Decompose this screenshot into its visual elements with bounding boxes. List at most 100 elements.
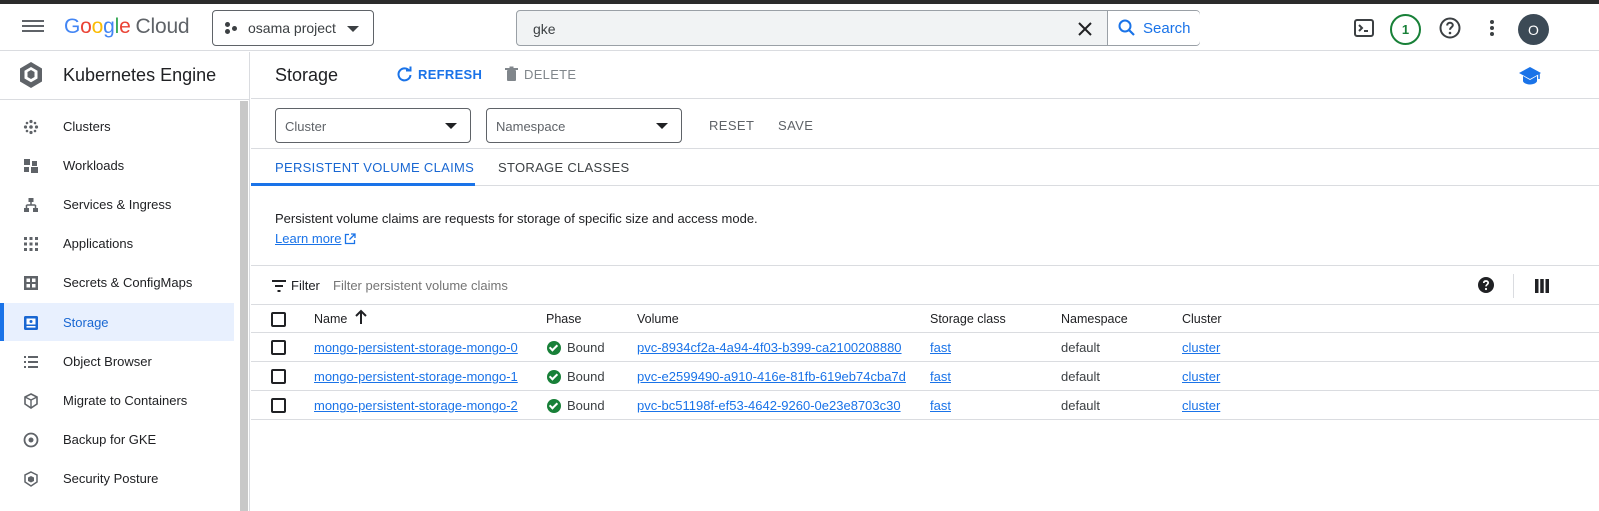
storage-class-link[interactable]: fast xyxy=(930,398,951,413)
namespace-cell: default xyxy=(1061,369,1101,384)
filter-input[interactable] xyxy=(333,278,933,293)
learn-more-link[interactable]: Learn more xyxy=(275,231,357,246)
sidebar-item-label: Clusters xyxy=(63,119,111,134)
clusters-icon xyxy=(23,119,39,135)
cluster-link[interactable]: cluster xyxy=(1182,340,1220,355)
column-header-name[interactable]: Name xyxy=(314,312,347,326)
reset-button[interactable]: RESET xyxy=(709,118,754,133)
applications-icon xyxy=(24,237,38,251)
row-checkbox[interactable] xyxy=(271,398,286,413)
sidebar-item-storage[interactable]: Storage xyxy=(0,303,234,341)
sidebar-item-applications[interactable]: Applications xyxy=(0,224,234,262)
more-vert-icon[interactable] xyxy=(1480,16,1504,40)
search-box[interactable]: gke Search xyxy=(516,10,1200,46)
select-all-checkbox[interactable] xyxy=(271,312,286,327)
delete-label: DELETE xyxy=(524,66,577,82)
volume-link[interactable]: pvc-8934cf2a-4a94-4f03-b399-ca2100208880 xyxy=(637,340,902,355)
column-header-phase[interactable]: Phase xyxy=(546,312,581,326)
sidebar: Kubernetes Engine Clusters Workloads Ser… xyxy=(0,52,250,511)
phase-text: Bound xyxy=(567,340,605,355)
migrate-icon xyxy=(24,393,38,409)
project-name: osama project xyxy=(248,20,336,36)
sidebar-header: Kubernetes Engine xyxy=(0,52,249,100)
storage-class-link[interactable]: fast xyxy=(930,369,951,384)
cluster-dropdown[interactable]: Cluster xyxy=(275,108,471,143)
logo-cloud-text: Cloud xyxy=(135,15,190,38)
sidebar-item-label: Services & Ingress xyxy=(63,197,172,212)
sidebar-item-security-posture[interactable]: Security Posture xyxy=(0,459,234,497)
secrets-icon xyxy=(24,276,38,290)
main-menu-icon[interactable] xyxy=(22,17,44,35)
pvc-name-link[interactable]: mongo-persistent-storage-mongo-2 xyxy=(314,398,518,413)
workloads-icon xyxy=(24,159,38,173)
column-header-volume[interactable]: Volume xyxy=(637,312,679,326)
sidebar-item-backup-for-gke[interactable]: Backup for GKE xyxy=(0,420,234,458)
sidebar-item-label: Secrets & ConfigMaps xyxy=(63,275,193,290)
column-header-namespace[interactable]: Namespace xyxy=(1061,312,1128,326)
sidebar-scrollbar[interactable] xyxy=(240,101,248,511)
row-checkbox[interactable] xyxy=(271,340,286,355)
cloud-shell-icon[interactable] xyxy=(1352,16,1376,40)
phase-cell: Bound xyxy=(547,340,605,355)
row-checkbox[interactable] xyxy=(271,369,286,384)
main-content: Storage REFRESH DELETE Cluster Namespace… xyxy=(251,52,1599,511)
cluster-link[interactable]: cluster xyxy=(1182,369,1220,384)
column-header-storage-class[interactable]: Storage class xyxy=(930,312,1006,326)
refresh-label: REFRESH xyxy=(418,67,483,82)
filter-label: Filter xyxy=(291,278,320,293)
sidebar-item-label: Backup for GKE xyxy=(63,432,157,447)
check-circle-icon xyxy=(547,340,561,355)
sort-ascending-icon[interactable] xyxy=(354,309,368,325)
delete-button[interactable]: DELETE xyxy=(504,66,576,82)
save-button[interactable]: SAVE xyxy=(778,118,813,133)
help-icon[interactable] xyxy=(1477,276,1495,294)
google-cloud-logo[interactable]: Google Cloud xyxy=(64,15,190,39)
table-filter-bar: Filter xyxy=(251,265,1599,305)
product-title: Kubernetes Engine xyxy=(63,65,217,85)
storage-class-link[interactable]: fast xyxy=(930,340,951,355)
filter-icon xyxy=(272,280,286,292)
sidebar-item-services-ingress[interactable]: Services & Ingress xyxy=(0,185,234,223)
namespace-cell: default xyxy=(1061,340,1101,355)
column-header-cluster[interactable]: Cluster xyxy=(1182,312,1222,326)
project-selector[interactable]: osama project xyxy=(212,10,374,46)
refresh-button[interactable]: REFRESH xyxy=(396,66,482,83)
toolbar-divider xyxy=(1513,274,1514,298)
backup-icon xyxy=(23,432,39,448)
learn-school-icon[interactable] xyxy=(1518,64,1542,88)
column-display-icon[interactable] xyxy=(1534,278,1550,294)
tab-persistent-volume-claims[interactable]: PERSISTENT VOLUME CLAIMS xyxy=(275,160,474,175)
page-header: Storage REFRESH DELETE xyxy=(251,52,1599,99)
tab-bar: PERSISTENT VOLUME CLAIMS STORAGE CLASSES xyxy=(251,149,1599,186)
avatar[interactable]: O xyxy=(1518,14,1549,45)
namespace-dropdown[interactable]: Namespace xyxy=(486,108,682,143)
description-text: Persistent volume claims are requests fo… xyxy=(275,211,758,226)
chevron-down-icon xyxy=(347,26,359,32)
search-input[interactable]: gke xyxy=(533,21,556,37)
project-icon xyxy=(224,21,238,35)
volume-link[interactable]: pvc-e2599490-a910-416e-81fb-619eb74cba7d xyxy=(637,369,906,384)
security-icon xyxy=(24,471,38,487)
phase-cell: Bound xyxy=(547,369,605,384)
sidebar-item-clusters[interactable]: Clusters xyxy=(0,107,234,145)
table-row: mongo-persistent-storage-mongo-1 Bound p… xyxy=(251,362,1599,391)
tab-storage-classes[interactable]: STORAGE CLASSES xyxy=(498,160,629,175)
cluster-link[interactable]: cluster xyxy=(1182,398,1220,413)
sidebar-item-secrets-configmaps[interactable]: Secrets & ConfigMaps xyxy=(0,263,234,301)
sidebar-item-object-browser[interactable]: Object Browser xyxy=(0,342,234,380)
storage-icon xyxy=(24,316,38,330)
namespace-cell: default xyxy=(1061,398,1101,413)
search-button[interactable]: Search xyxy=(1108,11,1200,45)
clear-search-icon[interactable] xyxy=(1075,19,1095,39)
sidebar-item-migrate-to-containers[interactable]: Migrate to Containers xyxy=(0,381,234,419)
logo-google-text: Google xyxy=(64,15,131,38)
volume-link[interactable]: pvc-bc51198f-ef53-4642-9260-0e23e8703c30 xyxy=(637,398,901,413)
table-row: mongo-persistent-storage-mongo-0 Bound p… xyxy=(251,333,1599,362)
pvc-name-link[interactable]: mongo-persistent-storage-mongo-0 xyxy=(314,340,518,355)
sidebar-item-workloads[interactable]: Workloads xyxy=(0,146,234,184)
refresh-icon xyxy=(397,66,412,82)
pvc-name-link[interactable]: mongo-persistent-storage-mongo-1 xyxy=(314,369,518,384)
help-icon[interactable] xyxy=(1438,16,1462,40)
sidebar-item-label: Applications xyxy=(63,236,134,251)
notification-badge[interactable]: 1 xyxy=(1390,14,1421,45)
